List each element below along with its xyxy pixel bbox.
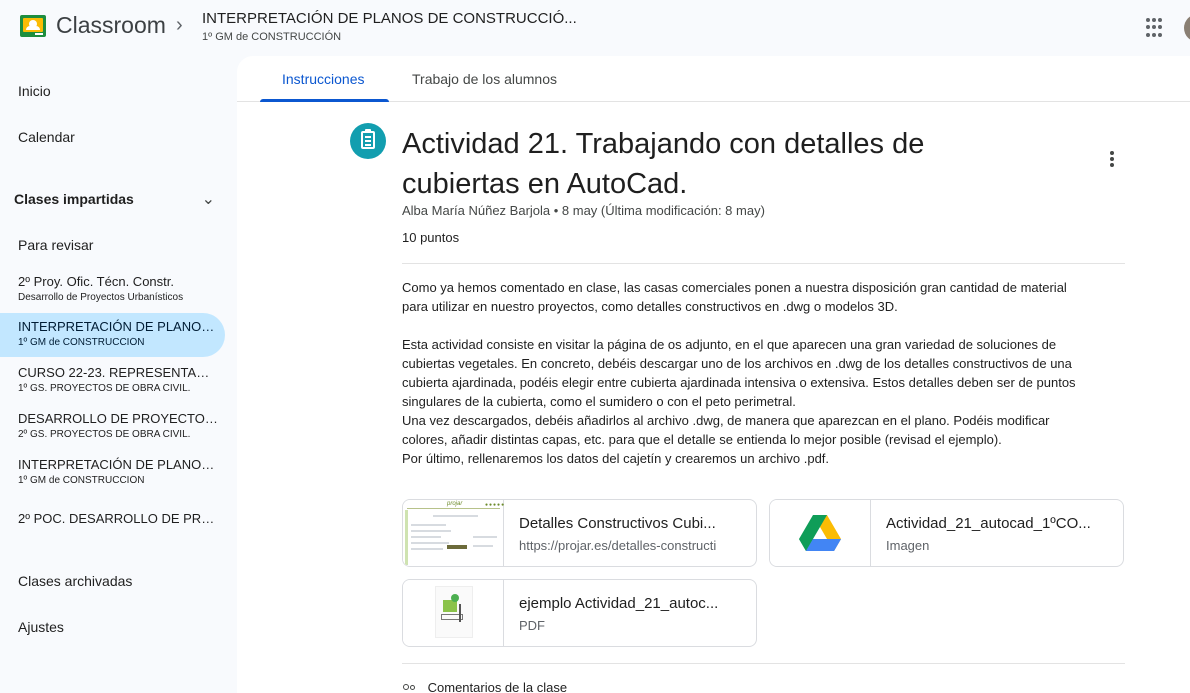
- sidebar-item-label: Ajustes: [18, 619, 64, 635]
- sidebar-class-item[interactable]: DESARROLLO DE PROYECTOS... 2º GS. PROYEC…: [0, 405, 225, 449]
- tab-bar: Instrucciones Trabajo de los alumnos: [237, 56, 1190, 102]
- pdf-thumbnail: [403, 580, 504, 646]
- divider: [402, 263, 1125, 264]
- class-name: INTERPRETACIÓN DE PLANOS...: [18, 457, 218, 472]
- avatar[interactable]: [1184, 14, 1190, 42]
- sidebar-item-inicio[interactable]: Inicio: [0, 83, 225, 103]
- sidebar-class-item[interactable]: 2º POC. DESARROLLO DE PRO...: [0, 504, 225, 534]
- tab-active-indicator: [260, 99, 389, 102]
- class-comments[interactable]: Comentarios de la clase: [402, 680, 567, 693]
- attachment-pdf[interactable]: ejemplo Actividad_21_autoc... PDF: [402, 579, 757, 647]
- tab-trabajo-alumnos[interactable]: Trabajo de los alumnos: [412, 71, 557, 87]
- class-name: 2º Proy. Ofic. Técn. Constr.: [18, 274, 174, 289]
- sidebar-class-item[interactable]: 2º Proy. Ofic. Técn. Constr. Desarrollo …: [0, 268, 225, 312]
- sidebar-item-calendar[interactable]: Calendar: [0, 129, 225, 149]
- attachment-url: https://projar.es/detalles-constructi: [519, 538, 717, 553]
- chevron-right-icon: ›: [176, 14, 183, 36]
- people-icon: [402, 683, 418, 693]
- attachment-name: Detalles Constructivos Cubi...: [519, 515, 716, 532]
- sidebar-item-ajustes[interactable]: Ajustes: [0, 619, 225, 639]
- class-section: 1º GM de CONSTRUCCIÓN: [18, 475, 145, 486]
- more-vert-icon[interactable]: [1109, 151, 1115, 169]
- top-bar: Classroom › INTERPRETACIÓN DE PLANOS DE …: [0, 0, 1190, 56]
- tab-instrucciones[interactable]: Instrucciones: [282, 71, 364, 87]
- class-section: Desarrollo de Proyectos Urbanísticos: [18, 292, 184, 303]
- class-name: DESARROLLO DE PROYECTOS...: [18, 411, 218, 426]
- main-panel: Instrucciones Trabajo de los alumnos Act…: [237, 56, 1190, 693]
- google-drive-icon: [799, 515, 841, 551]
- class-section: 2º GS. PROYECTOS DE OBRA CIVIL.: [18, 429, 191, 440]
- thumbnail-logo: projar: [447, 501, 463, 507]
- section-title: Clases impartidas: [14, 191, 134, 207]
- assignment-title: Actividad 21. Trabajando con detalles de…: [402, 128, 925, 200]
- sidebar: Inicio Calendar Clases impartidas ⌄ Para…: [0, 56, 236, 693]
- attachment-drive-file[interactable]: Actividad_21_autocad_1ºCO... Imagen: [769, 499, 1124, 567]
- class-section: 1º GM de CONSTRUCCIÓN: [18, 337, 145, 348]
- assignment-description: Como ya hemos comentado en clase, las ca…: [402, 280, 1076, 466]
- comments-label: Comentarios de la clase: [427, 680, 568, 693]
- attachment-name: ejemplo Actividad_21_autoc...: [519, 595, 719, 612]
- sidebar-item-label: Para revisar: [18, 237, 94, 253]
- thumbnail-dots: ●●●●●: [485, 502, 506, 508]
- attachment-name: Actividad_21_autocad_1ºCO...: [886, 515, 1091, 532]
- classroom-logo-icon[interactable]: [20, 15, 46, 37]
- app-title[interactable]: Classroom: [56, 12, 166, 39]
- sidebar-class-item[interactable]: INTERPRETACIÓN DE PLANOS... 1º GM de CON…: [0, 451, 225, 495]
- sidebar-item-label: Clases archivadas: [18, 573, 133, 589]
- sidebar-class-item-active[interactable]: INTERPRETACIÓN DE PLANOS... 1º GM de CON…: [0, 313, 225, 357]
- assignment-icon: [350, 123, 386, 159]
- sidebar-item-label: Calendar: [18, 129, 75, 145]
- google-apps-icon[interactable]: [1146, 18, 1166, 38]
- sidebar-item-clases-archivadas[interactable]: Clases archivadas: [0, 573, 225, 593]
- sidebar-item-para-revisar[interactable]: Para revisar: [0, 237, 225, 257]
- attachment-link[interactable]: projar ●●●●● Detalles Constructivos Cubi…: [402, 499, 757, 567]
- class-name: INTERPRETACIÓN DE PLANOS...: [18, 319, 218, 334]
- section-clases-impartidas[interactable]: Clases impartidas ⌄: [14, 189, 219, 209]
- drive-thumbnail: [770, 500, 871, 566]
- course-title[interactable]: INTERPRETACIÓN DE PLANOS DE CONSTRUCCIÓ.…: [202, 10, 577, 27]
- attachment-kind: PDF: [519, 618, 545, 633]
- chevron-down-icon[interactable]: ⌄: [202, 189, 215, 209]
- assignment-meta: Alba María Núñez Barjola • 8 may (Última…: [402, 203, 765, 218]
- assignment-points: 10 puntos: [402, 230, 460, 245]
- sidebar-class-item[interactable]: CURSO 22-23. REPRESENTACI... 1º GS. PROY…: [0, 359, 225, 403]
- class-section: 1º GS. PROYECTOS DE OBRA CIVIL.: [18, 383, 191, 394]
- divider: [402, 663, 1125, 664]
- course-section: 1º GM de CONSTRUCCIÓN: [202, 31, 342, 43]
- link-thumbnail: projar ●●●●●: [403, 500, 504, 566]
- class-name: CURSO 22-23. REPRESENTACI...: [18, 365, 218, 380]
- attachment-kind: Imagen: [886, 538, 930, 553]
- sidebar-item-label: Inicio: [18, 83, 51, 99]
- class-name: 2º POC. DESARROLLO DE PRO...: [18, 511, 218, 526]
